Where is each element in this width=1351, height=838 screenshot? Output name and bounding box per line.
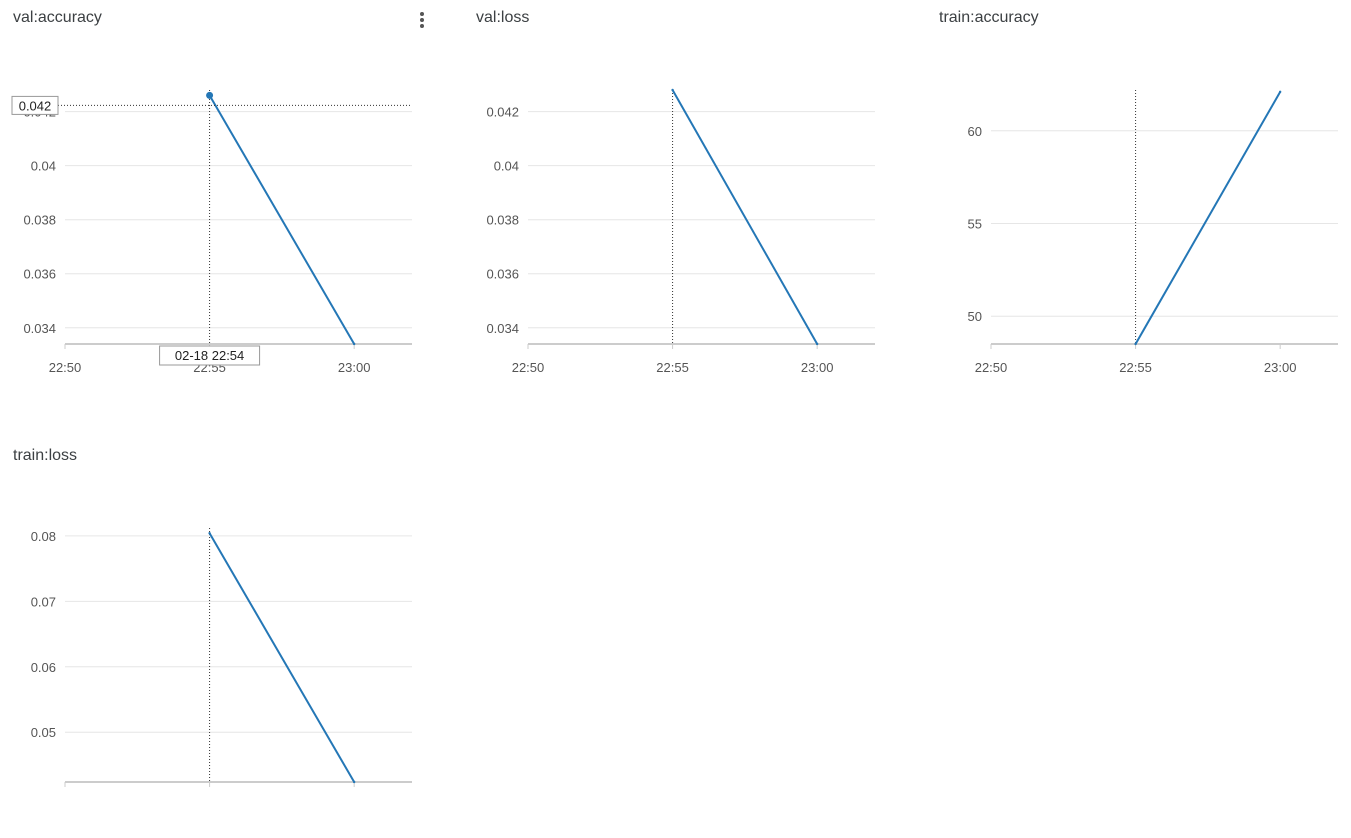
data-point xyxy=(352,780,356,784)
y-tick-label: 55 xyxy=(968,216,982,231)
y-tick-label: 0.036 xyxy=(486,267,519,282)
y-tick-label: 0.05 xyxy=(31,725,56,740)
chart-panel-val-accuracy: val:accuracy 0.0340.0360.0380.040.04222:… xyxy=(0,0,430,400)
y-tick-label: 0.042 xyxy=(486,105,519,120)
data-point xyxy=(206,91,214,99)
y-tick-label: 0.038 xyxy=(486,213,519,228)
series-line xyxy=(1134,91,1282,345)
x-tick-label: 22:55 xyxy=(1119,360,1152,375)
series-line xyxy=(208,532,356,783)
y-tick-label: 0.036 xyxy=(23,267,56,282)
x-tick-label: 22:55 xyxy=(656,360,689,375)
y-tick-label: 0.034 xyxy=(486,321,519,336)
x-tick-label: 22:50 xyxy=(975,360,1008,375)
data-point xyxy=(815,342,819,346)
data-point xyxy=(671,88,674,92)
y-tick-label: 0.034 xyxy=(23,321,56,336)
line-chart[interactable]: 0.0340.0360.0380.040.04222:5022:5523:000… xyxy=(0,0,430,400)
line-chart[interactable]: 0.05 0.06 0.07 0.08 xyxy=(0,438,430,792)
x-tick-label: 23:00 xyxy=(801,360,834,375)
y-tick-label: 0.07 xyxy=(31,594,56,609)
x-tick-label: 23:00 xyxy=(1264,360,1297,375)
y-tick-label: 0.04 xyxy=(31,159,56,174)
y-tick-label: 50 xyxy=(968,309,982,324)
chart-panel-val-loss: val:loss 0.034 0.036 0.038 0.04 0.042 22:50 22… xyxy=(463,0,893,400)
hover-x-label: 02-18 22:54 xyxy=(175,348,244,363)
y-tick-label: 0.06 xyxy=(31,660,56,675)
data-point xyxy=(208,532,211,535)
chart-panel-train-loss: train:loss 0.05 0.06 0.07 0.08 xyxy=(0,438,430,838)
y-tick-label: 60 xyxy=(968,124,982,139)
data-point xyxy=(352,342,356,346)
y-tick-label: 0.038 xyxy=(23,213,56,228)
chart-panel-train-accuracy: train:accuracy 50 55 60 22:50 22:55 23:00 xyxy=(926,0,1351,400)
x-tick-label: 22:50 xyxy=(512,360,545,375)
hover-y-label: 0.042 xyxy=(19,98,52,113)
y-tick-label: 0.08 xyxy=(31,529,56,544)
x-tick-label: 22:50 xyxy=(49,360,82,375)
series-line xyxy=(671,89,819,345)
data-point xyxy=(1134,342,1137,346)
data-point xyxy=(1278,90,1282,94)
y-tick-label: 0.04 xyxy=(494,159,519,174)
x-tick-label: 23:00 xyxy=(338,360,371,375)
line-chart[interactable]: 50 55 60 22:50 22:55 23:00 xyxy=(926,0,1351,400)
line-chart[interactable]: 0.034 0.036 0.038 0.04 0.042 22:50 22:55 23:00 xyxy=(463,0,893,400)
